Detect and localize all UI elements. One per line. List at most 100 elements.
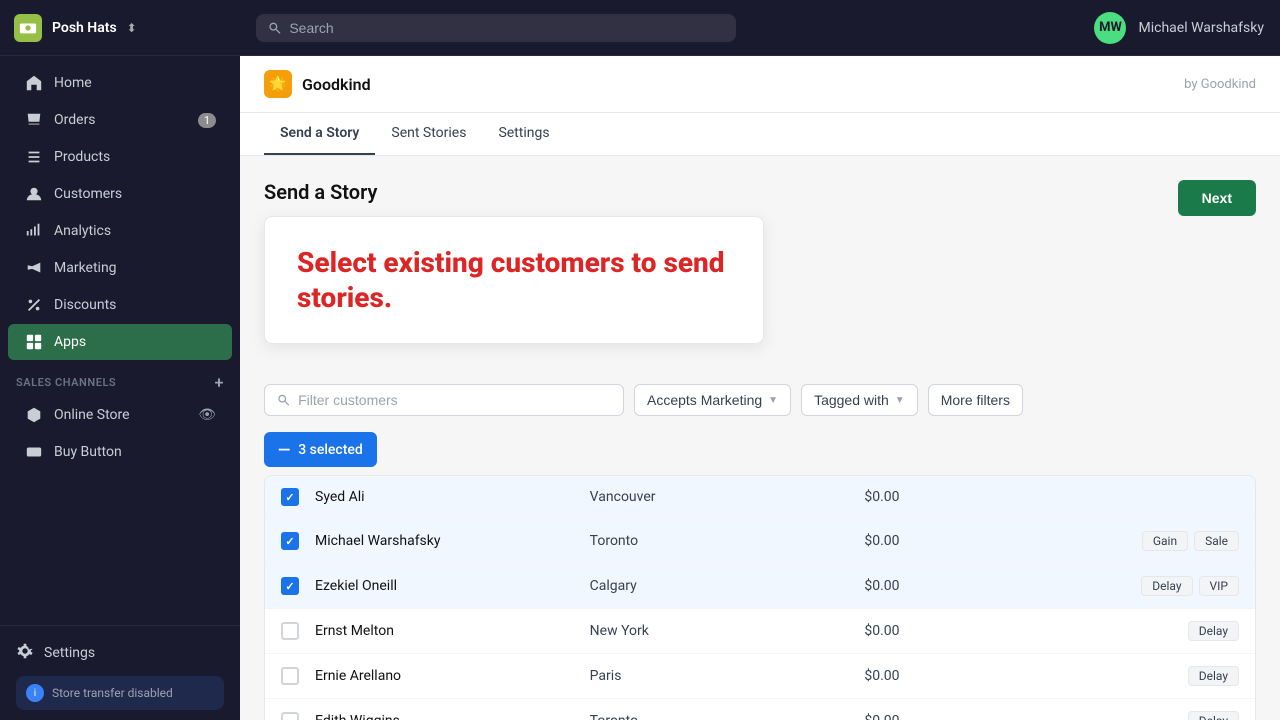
online-store-icon	[24, 405, 44, 425]
accepts-marketing-filter[interactable]: Accepts Marketing ▼	[634, 384, 791, 416]
settings-nav-item[interactable]: Settings	[16, 636, 224, 670]
customer-checkbox-5[interactable]	[281, 667, 299, 685]
sidebar-label-orders: Orders	[54, 112, 96, 128]
sidebar-item-analytics[interactable]: Analytics	[8, 213, 232, 249]
sidebar-item-home[interactable]: Home	[8, 65, 232, 101]
sidebar-label-customers: Customers	[54, 186, 122, 202]
customer-city-6: Toronto	[590, 713, 849, 720]
customer-checkbox-1[interactable]	[281, 488, 299, 506]
sidebar-item-products[interactable]: Products	[8, 139, 232, 175]
filter-customers-input[interactable]	[298, 392, 611, 408]
apps-icon	[24, 332, 44, 352]
tooltip-popup: Select existing customers to send storie…	[264, 216, 764, 344]
by-goodkind-text: by Goodkind	[1184, 77, 1256, 92]
table-row: Syed Ali Vancouver $0.00	[265, 476, 1255, 519]
sidebar-label-analytics: Analytics	[54, 223, 111, 239]
store-icon	[14, 14, 42, 42]
topbar-username: Michael Warshafsky	[1138, 20, 1264, 36]
app-logo: 🌟	[264, 70, 292, 98]
sidebar-item-online-store[interactable]: Online Store 👁	[8, 397, 232, 433]
tagged-with-filter[interactable]: Tagged with ▼	[801, 384, 918, 416]
analytics-icon	[24, 221, 44, 241]
title-tooltip-row: Send a Story Select existing customers t…	[264, 180, 1256, 364]
products-icon	[24, 147, 44, 167]
tab-sent-stories[interactable]: Sent Stories	[375, 113, 482, 155]
selected-badge[interactable]: — 3 selected	[264, 432, 377, 467]
add-channel-button[interactable]: +	[215, 373, 224, 392]
selected-count-label: 3 selected	[298, 442, 363, 458]
app-name: Goodkind	[302, 75, 371, 94]
sidebar-header: Posh Hats ⬍	[0, 0, 240, 56]
sidebar-label-products: Products	[54, 149, 110, 165]
main-area: MW Michael Warshafsky 🌟 Goodkind by Good…	[240, 0, 1280, 720]
sidebar-label-marketing: Marketing	[54, 260, 117, 276]
customer-checkbox-3[interactable]	[281, 577, 299, 595]
search-icon	[268, 21, 281, 35]
customer-city-5: Paris	[590, 668, 849, 684]
customer-tags-5: Delay	[980, 666, 1239, 686]
sidebar-label-home: Home	[54, 75, 92, 91]
selected-row: — 3 selected	[264, 432, 1256, 467]
store-chevron-icon: ⬍	[127, 21, 137, 35]
sidebar-label-discounts: Discounts	[54, 297, 116, 313]
table-row: Ernie Arellano Paris $0.00 Delay	[265, 654, 1255, 699]
tag-vip: VIP	[1199, 576, 1239, 596]
transfer-label: Store transfer disabled	[52, 686, 173, 700]
table-row: Ernst Melton New York $0.00 Delay	[265, 609, 1255, 654]
tag-delay: Delay	[1188, 711, 1239, 720]
store-name: Posh Hats	[52, 20, 117, 36]
page-title-area: Send a Story Select existing customers t…	[264, 180, 764, 364]
table-row: Michael Warshafsky Toronto $0.00 Gain Sa…	[265, 519, 1255, 564]
customer-name-4: Ernst Melton	[315, 623, 574, 639]
sidebar-label-online-store: Online Store	[54, 407, 130, 423]
sidebar-item-buy-button[interactable]: Buy Button	[8, 434, 232, 470]
customer-table: Syed Ali Vancouver $0.00 Michael Warshaf…	[264, 475, 1256, 720]
home-icon	[24, 73, 44, 93]
deselect-icon: —	[278, 440, 290, 459]
marketing-icon	[24, 258, 44, 278]
buy-button-icon	[24, 442, 44, 462]
customer-tags-4: Delay	[980, 621, 1239, 641]
settings-label: Settings	[44, 645, 95, 661]
sidebar: Posh Hats ⬍ Home Orders 1 Products	[0, 0, 240, 720]
table-row: Ezekiel Oneill Calgary $0.00 Delay VIP	[265, 564, 1255, 609]
customer-city-3: Calgary	[590, 578, 849, 594]
sidebar-item-customers[interactable]: Customers	[8, 176, 232, 212]
customer-checkbox-6[interactable]	[281, 712, 299, 720]
tab-settings[interactable]: Settings	[482, 113, 565, 155]
tabs-bar: Send a Story Sent Stories Settings	[240, 113, 1280, 156]
tag-sale: Sale	[1194, 531, 1239, 551]
sidebar-item-marketing[interactable]: Marketing	[8, 250, 232, 286]
customer-name-1: Syed Ali	[315, 489, 574, 505]
avatar: MW	[1094, 12, 1126, 44]
tag-delay: Delay	[1141, 576, 1192, 596]
customer-tags-6: Delay	[980, 711, 1239, 720]
sidebar-item-orders[interactable]: Orders 1	[8, 102, 232, 138]
tagged-with-label: Tagged with	[814, 392, 889, 408]
customer-amount-4: $0.00	[864, 623, 964, 639]
next-button[interactable]: Next	[1178, 180, 1256, 216]
more-filters-button[interactable]: More filters	[928, 384, 1023, 416]
topbar: MW Michael Warshafsky	[240, 0, 1280, 56]
more-filters-label: More filters	[941, 392, 1010, 408]
global-search[interactable]	[256, 14, 736, 42]
customer-filter-search[interactable]	[264, 384, 624, 416]
customer-checkbox-4[interactable]	[281, 622, 299, 640]
search-input[interactable]	[289, 20, 724, 36]
sidebar-item-apps[interactable]: Apps	[8, 324, 232, 360]
settings-icon	[16, 642, 34, 664]
sales-channels-label: SALES CHANNELS	[16, 376, 116, 389]
sidebar-item-discounts[interactable]: Discounts	[8, 287, 232, 323]
tab-send-story[interactable]: Send a Story	[264, 113, 375, 155]
customer-tags-3: Delay VIP	[980, 576, 1239, 596]
page-body: Send a Story Select existing customers t…	[240, 156, 1280, 720]
customer-checkbox-2[interactable]	[281, 532, 299, 550]
customer-city-2: Toronto	[590, 533, 849, 549]
customer-amount-5: $0.00	[864, 668, 964, 684]
store-selector[interactable]: Posh Hats ⬍	[14, 14, 137, 42]
orders-icon	[24, 110, 44, 130]
discounts-icon	[24, 295, 44, 315]
table-row: Edith Wiggins Toronto $0.00 Delay	[265, 699, 1255, 720]
page-title: Send a Story	[264, 180, 764, 204]
tagged-with-chevron-icon: ▼	[895, 395, 905, 406]
